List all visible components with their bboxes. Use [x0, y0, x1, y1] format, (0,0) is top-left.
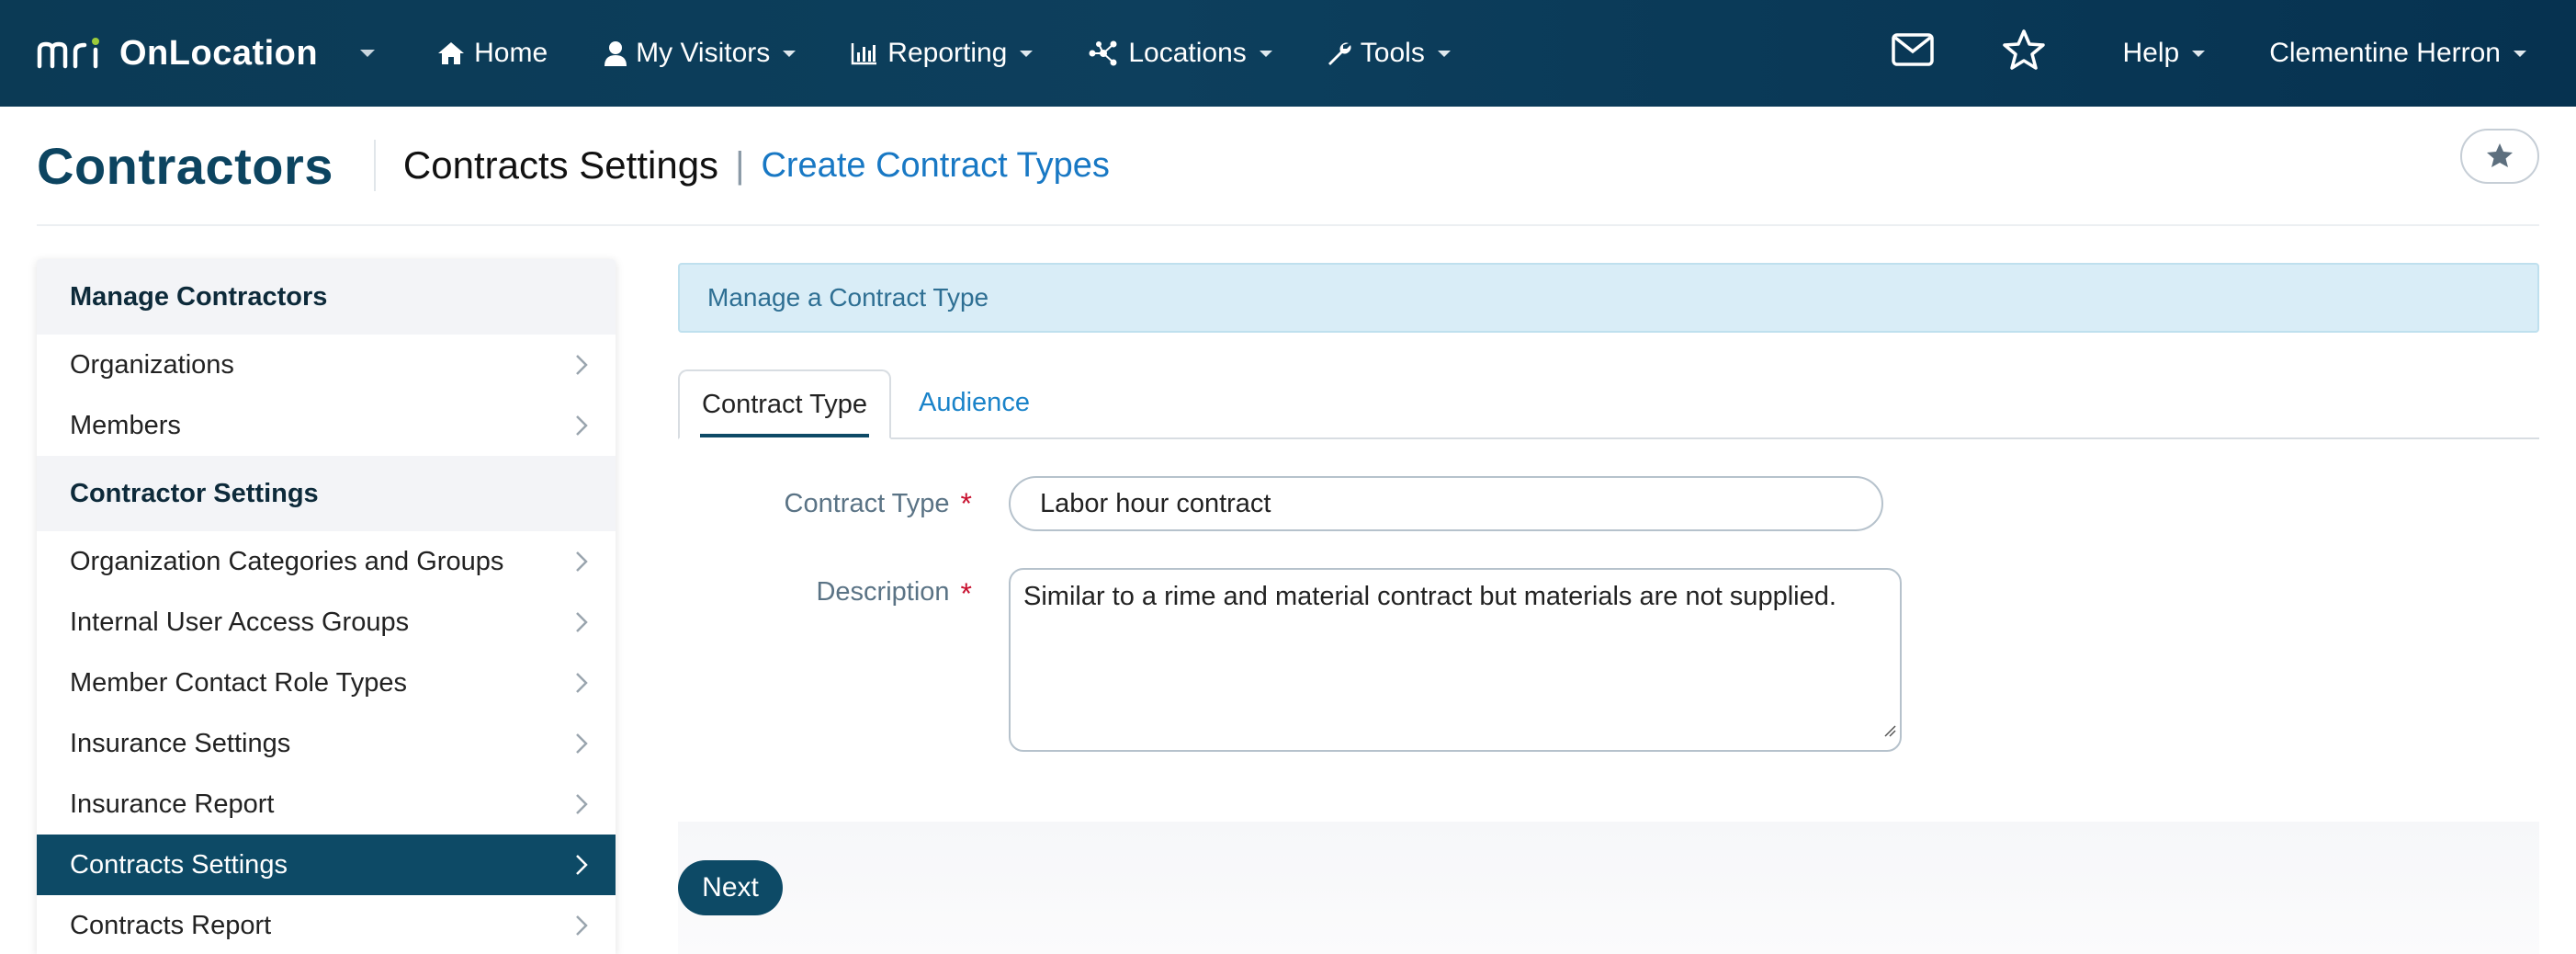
sidebar-item-label: Insurance Settings [70, 728, 291, 758]
sidebar-heading-contractor-settings: Contractor Settings [37, 456, 616, 531]
active-tab-indicator [700, 434, 870, 437]
messages-button[interactable] [1891, 0, 1934, 107]
brand-name: OnLocation [119, 33, 319, 73]
home-icon [437, 40, 465, 66]
envelope-icon [1891, 33, 1934, 74]
favorites-button[interactable] [2002, 0, 2046, 107]
sidebar-item-label: Contracts Report [70, 910, 272, 940]
contract-type-label-text: Contract Type [784, 488, 950, 518]
brand-dropdown-caret-icon[interactable] [360, 50, 376, 57]
wrench-icon [1326, 40, 1351, 66]
sidebar-item-organizations[interactable]: Organizations [37, 335, 616, 395]
tab-contract-type[interactable]: Contract Type [678, 369, 892, 439]
sidebar-item-label: Members [70, 410, 181, 440]
nav-tools[interactable]: Tools [1326, 0, 1451, 107]
nav-home[interactable]: Home [437, 0, 548, 107]
user-name: Clementine Herron [2269, 38, 2501, 68]
navbar-right: Help Clementine Herron [1891, 0, 2576, 107]
sidebar: Manage Contractors Organizations Members… [37, 259, 616, 954]
tab-label: Contract Type [702, 389, 868, 419]
sidebar-item-insurance-report[interactable]: Insurance Report [37, 774, 616, 835]
sidebar-item-organization-categories[interactable]: Organization Categories and Groups [37, 531, 616, 592]
star-icon [2486, 142, 2514, 171]
bar-chart-icon [851, 41, 878, 65]
nav-help-label: Help [2122, 38, 2180, 68]
nav-home-label: Home [474, 38, 548, 68]
sidebar-item-label: Organizations [70, 349, 234, 380]
favorite-page-button[interactable] [2460, 129, 2539, 184]
chevron-down-icon [1437, 50, 1451, 57]
required-asterisk: * [960, 486, 972, 520]
chevron-right-icon [575, 854, 588, 876]
sidebar-item-member-contact-role-types[interactable]: Member Contact Role Types [37, 653, 616, 713]
sidebar-item-contracts-report[interactable]: Contracts Report [37, 895, 616, 954]
nav-locations-label: Locations [1128, 38, 1247, 68]
main-content: Manage a Contract Type Contract Type Aud… [678, 263, 2539, 752]
sidebar-item-insurance-settings[interactable]: Insurance Settings [37, 713, 616, 774]
nav-reporting-label: Reporting [887, 38, 1008, 68]
top-navbar: OnLocation Home My Visitors Reporting Lo… [0, 0, 2576, 107]
description-text: Similar to a rime and material contract … [1023, 582, 1836, 611]
sidebar-item-label: Organization Categories and Groups [70, 546, 504, 576]
sidebar-heading-manage-contractors: Manage Contractors [37, 259, 616, 335]
nav-locations[interactable]: Locations [1088, 0, 1272, 107]
chevron-right-icon [575, 551, 588, 573]
sidebar-item-label: Member Contact Role Types [70, 667, 407, 698]
resize-handle-icon[interactable] [1883, 711, 1896, 746]
chevron-down-icon [2514, 50, 2526, 57]
header-divider [373, 140, 376, 191]
chevron-right-icon [575, 914, 588, 937]
mri-logo [37, 37, 105, 70]
contract-type-label: Contract Type * [678, 487, 972, 521]
chevron-down-icon [1020, 50, 1034, 57]
description-textarea[interactable]: Similar to a rime and material contract … [1009, 568, 1902, 752]
chevron-right-icon [575, 415, 588, 437]
tab-audience[interactable]: Audience [897, 368, 1052, 437]
tab-label: Audience [919, 387, 1030, 417]
description-label: Description * [678, 568, 972, 752]
chevron-right-icon [575, 354, 588, 376]
sidebar-item-label: Contracts Settings [70, 849, 288, 880]
network-icon [1088, 40, 1119, 66]
user-menu[interactable]: Clementine Herron [2269, 0, 2526, 107]
page-header: Contractors Contracts Settings | Create … [37, 107, 2539, 226]
chevron-right-icon [575, 672, 588, 694]
chevron-down-icon [783, 50, 797, 57]
sidebar-item-label: Insurance Report [70, 789, 275, 819]
nav-help[interactable]: Help [2123, 0, 2206, 107]
required-asterisk: * [960, 577, 972, 610]
chevron-down-icon [1259, 50, 1272, 57]
info-alert: Manage a Contract Type [678, 263, 2539, 333]
page-title: Contractors [37, 136, 333, 195]
contract-type-input[interactable]: Labor hour contract [1009, 476, 1883, 531]
user-icon [604, 40, 627, 66]
nav-my-visitors[interactable]: My Visitors [604, 0, 797, 107]
form-footer: Next [678, 822, 2539, 954]
description-row: Description * Similar to a rime and mate… [678, 568, 2539, 752]
brand[interactable]: OnLocation [37, 0, 376, 107]
nav-my-visitors-label: My Visitors [636, 38, 771, 68]
chevron-right-icon [575, 733, 588, 755]
nav-tools-label: Tools [1360, 38, 1425, 68]
sidebar-item-label: Internal User Access Groups [70, 607, 410, 637]
chevron-right-icon [575, 793, 588, 815]
create-contract-types-link[interactable]: Create Contract Types [761, 146, 1109, 186]
chevron-right-icon [575, 611, 588, 633]
description-label-text: Description [816, 577, 950, 607]
breadcrumb-separator: | [735, 144, 745, 186]
star-outline-icon [2002, 28, 2046, 78]
next-button[interactable]: Next [678, 860, 783, 915]
nav-reporting[interactable]: Reporting [851, 0, 1034, 107]
chevron-down-icon [2192, 50, 2206, 57]
sidebar-item-internal-user-access-groups[interactable]: Internal User Access Groups [37, 592, 616, 653]
tab-bar: Contract Type Audience [678, 369, 2539, 439]
sidebar-item-contracts-settings[interactable]: Contracts Settings [37, 835, 616, 895]
sidebar-item-members[interactable]: Members [37, 395, 616, 456]
contract-type-row: Contract Type * Labor hour contract [678, 476, 2539, 531]
section-title: Contracts Settings [402, 143, 719, 187]
